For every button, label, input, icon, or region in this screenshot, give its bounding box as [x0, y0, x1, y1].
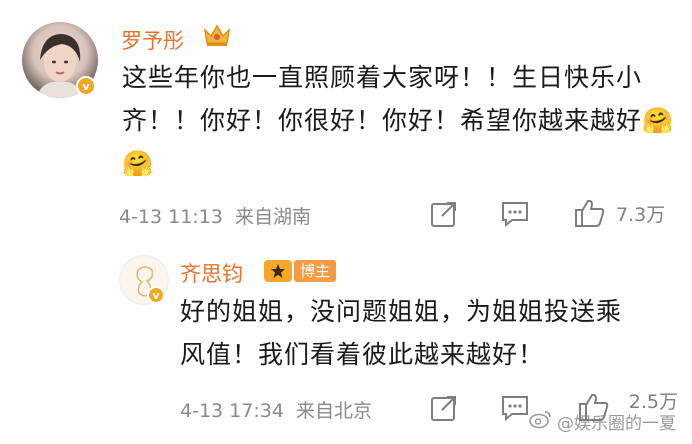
- verified-icon: v: [147, 286, 165, 304]
- verified-icon: v: [76, 76, 96, 96]
- reply-timestamp: 4-13 17:34 来自北京: [180, 396, 372, 423]
- commenter-username[interactable]: 罗予彤: [121, 25, 184, 55]
- share-icon: [430, 394, 458, 422]
- reply-text: 好的姐姐，没问题姐姐，为姐姐投送乘风值！我们看着彼此越来越好！: [180, 297, 623, 369]
- like-icon: [574, 198, 606, 228]
- reply-comment-button[interactable]: [500, 394, 530, 422]
- watermark: @娱乐圈的一夏 2.5万: [529, 391, 678, 434]
- replier-username[interactable]: 齐思钧: [180, 258, 243, 288]
- comment-icon: [500, 394, 530, 422]
- comment-time: 4-13 11:13: [119, 206, 223, 228]
- blogger-label: 博主: [294, 260, 337, 282]
- comment-timestamp: 4-13 11:13 来自湖南: [119, 202, 311, 229]
- share-button[interactable]: [430, 200, 458, 228]
- comment-icon: [500, 200, 530, 228]
- comment-location: 来自湖南: [234, 206, 311, 228]
- reply-location: 来自北京: [295, 400, 372, 422]
- comment-button[interactable]: [500, 200, 530, 228]
- like-button[interactable]: 7.3万: [574, 198, 665, 228]
- comment-text: 这些年你也一直照顾着大家呀！！生日快乐小齐！！你好！你很好！你好！希望你越来越好…: [122, 63, 675, 178]
- reply-like-count: 2.5万: [628, 391, 678, 413]
- blogger-badge: 博主: [264, 259, 337, 283]
- star-icon: [264, 260, 292, 282]
- reply-share-button[interactable]: [430, 394, 458, 422]
- weibo-logo-icon: [529, 409, 553, 434]
- reply-time: 4-13 17:34: [180, 400, 284, 422]
- crown-icon: [202, 22, 232, 48]
- like-count: 7.3万: [616, 203, 666, 226]
- share-icon: [430, 200, 458, 228]
